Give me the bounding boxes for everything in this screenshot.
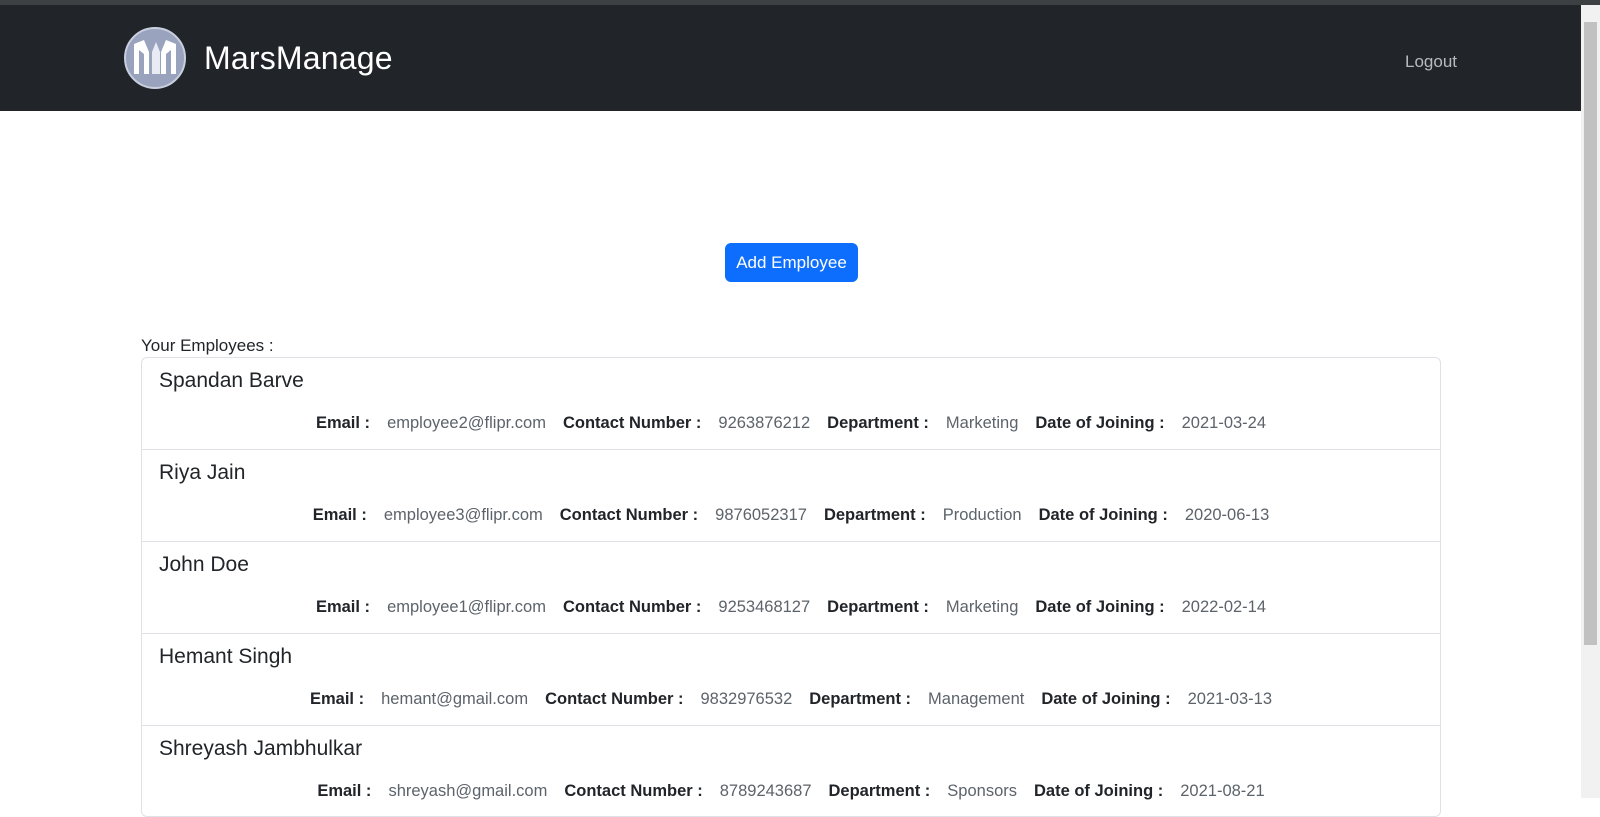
employee-details: Email : employee2@flipr.com Contact Number…	[142, 414, 1440, 433]
email-label: Email :	[315, 414, 371, 432]
brand[interactable]: MarsManage	[124, 26, 393, 90]
contact-number-label: Contact Number :	[559, 506, 699, 524]
department-label: Department :	[828, 782, 931, 800]
employee-details: Email : employee1@flipr.com Contact Number…	[142, 598, 1440, 617]
employee-list-item[interactable]: Shreyash Jambhulkar Email : shreyash@gmail…	[142, 726, 1440, 816]
department-label: Department :	[809, 690, 912, 708]
date-of-joining-value: 2021-03-24	[1181, 414, 1267, 432]
scrollbar-thumb[interactable]	[1584, 22, 1597, 645]
employees-list: Spandan Barve Email : employee2@flipr.com C…	[141, 357, 1441, 817]
email-value: employee1@flipr.com	[387, 598, 546, 616]
contact-number-value: 8789243687	[719, 782, 812, 800]
date-of-joining-value: 2021-03-13	[1187, 690, 1272, 708]
email-value: hemant@gmail.com	[381, 690, 529, 708]
employee-details: Email : shreyash@gmail.com Contact Number …	[142, 782, 1440, 801]
contact-number-value: 9253468127	[718, 598, 811, 616]
date-of-joining-label: Date of Joining :	[1038, 506, 1168, 524]
date-of-joining-label: Date of Joining :	[1035, 598, 1165, 616]
department-value: Marketing	[945, 598, 1019, 616]
employee-details: Email : hemant@gmail.com Contact Number : 9…	[142, 690, 1440, 709]
employees-list-label: Your Employees :	[141, 336, 274, 355]
contact-number-value: 9876052317	[715, 506, 807, 524]
employee-details: Email : employee3@flipr.com Contact Number…	[142, 506, 1440, 525]
department-label: Department :	[827, 414, 929, 432]
date-of-joining-value: 2021-08-21	[1180, 782, 1265, 800]
employee-name: Riya Jain	[159, 461, 246, 484]
employee-name: Hemant Singh	[159, 645, 293, 668]
department-label: Department :	[827, 598, 929, 616]
top-navbar: MarsManage Logout	[0, 5, 1581, 111]
department-value: Sponsors	[947, 782, 1017, 800]
email-label: Email :	[317, 782, 372, 800]
employee-list-item[interactable]: Hemant Singh Email : hemant@gmail.com Conta…	[142, 634, 1440, 726]
employee-list-item[interactable]: Spandan Barve Email : employee2@flipr.com C…	[142, 358, 1440, 450]
add-employee-button[interactable]: Add Employee	[725, 243, 858, 282]
email-value: employee3@flipr.com	[383, 506, 543, 524]
employee-list-item[interactable]: John Doe Email : employee1@flipr.com Contac…	[142, 542, 1440, 634]
date-of-joining-label: Date of Joining :	[1035, 414, 1165, 432]
contact-number-label: Contact Number :	[545, 690, 684, 708]
contact-number-label: Contact Number :	[564, 782, 703, 800]
department-value: Production	[942, 506, 1022, 524]
brand-name: MarsManage	[204, 39, 393, 76]
mm-logo-icon	[124, 27, 186, 89]
employee-name: Spandan Barve	[159, 369, 304, 392]
page-scrollbar[interactable]	[1581, 5, 1600, 798]
employee-name: John Doe	[159, 553, 249, 576]
department-label: Department :	[823, 506, 926, 524]
email-label: Email :	[309, 690, 365, 708]
employee-list-item[interactable]: Riya Jain Email : employee3@flipr.com Conta…	[142, 450, 1440, 542]
department-value: Management	[928, 690, 1025, 708]
contact-number-value: 9832976532	[700, 690, 793, 708]
department-value: Marketing	[945, 414, 1019, 432]
contact-number-value: 9263876212	[718, 414, 811, 432]
email-value: employee2@flipr.com	[387, 414, 546, 432]
date-of-joining-label: Date of Joining :	[1041, 690, 1171, 708]
employee-name: Shreyash Jambhulkar	[159, 737, 363, 760]
email-label: Email :	[312, 506, 367, 524]
date-of-joining-value: 2022-02-14	[1181, 598, 1267, 616]
date-of-joining-value: 2020-06-13	[1184, 506, 1270, 524]
contact-number-label: Contact Number :	[562, 598, 702, 616]
logout-link[interactable]: Logout	[1405, 52, 1457, 72]
contact-number-label: Contact Number :	[562, 414, 702, 432]
date-of-joining-label: Date of Joining :	[1034, 782, 1164, 800]
email-label: Email :	[315, 598, 371, 616]
email-value: shreyash@gmail.com	[388, 782, 548, 800]
